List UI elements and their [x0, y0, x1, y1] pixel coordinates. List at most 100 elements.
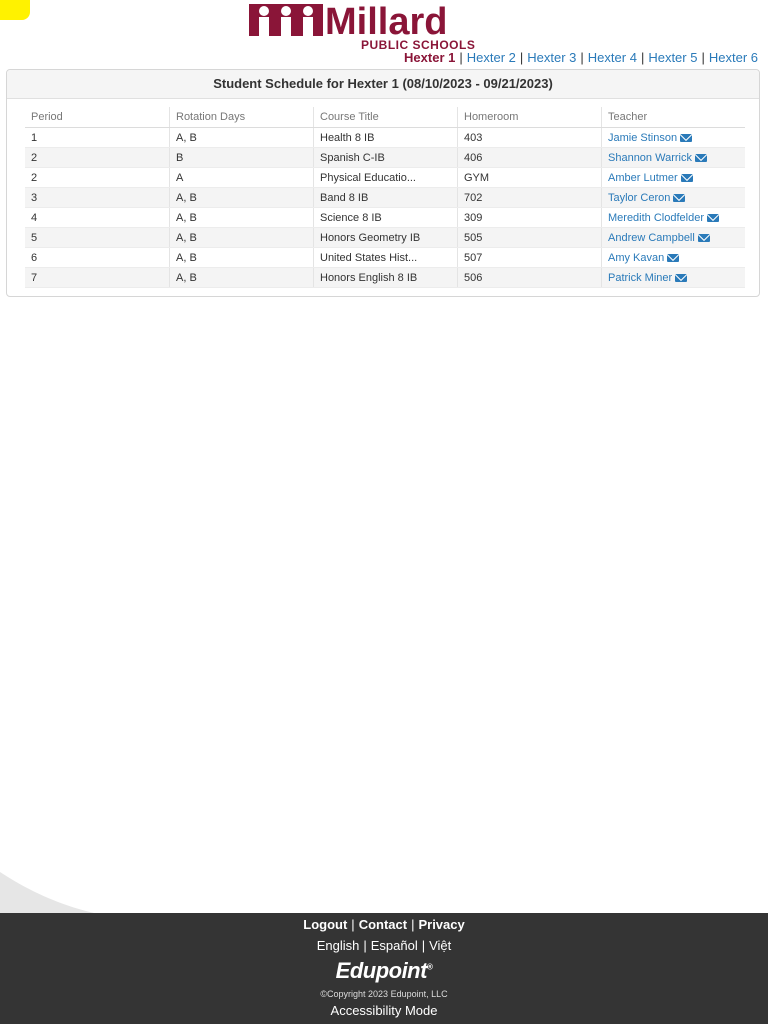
cell-rotation: A, B — [169, 247, 314, 268]
cell-teacher: Amber Lutmer — [601, 167, 745, 188]
cell-homeroom: 702 — [457, 187, 602, 208]
cell-course: United States Hist... — [313, 247, 458, 268]
column-header-period[interactable]: Period — [25, 107, 170, 128]
page: Millard PUBLIC SCHOOLS Hexter 1 | Hexter 2… — [0, 0, 768, 1024]
hexter-nav: Hexter 1 | Hexter 2 | Hexter 3 | Hexter 4 | Hext… — [404, 50, 758, 65]
cell-course: Spanish C-IB — [313, 147, 458, 168]
column-header-rotation-days[interactable]: Rotation Days — [169, 107, 314, 128]
envelope-icon[interactable] — [680, 173, 693, 182]
teacher-link[interactable]: Amber Lutmer — [608, 172, 678, 184]
envelope-icon[interactable] — [707, 213, 719, 222]
envelope-icon[interactable] — [667, 253, 680, 262]
schedule-title: Student Schedule for Hexter 1 (08/10/202… — [7, 70, 759, 99]
hexter-tab-5[interactable]: Hexter 5 — [648, 50, 697, 65]
language-espanol[interactable]: Español — [371, 938, 418, 953]
table-row: 2 B Spanish C-IB 406 Shannon Warrick — [25, 147, 745, 168]
table-row: 6 A, B United States Hist... 507 Amy Kav… — [25, 247, 745, 268]
schedule-body: 1 A, B Health 8 IB 403 Jamie Stinson 2 B… — [25, 127, 745, 288]
cell-course: Health 8 IB — [313, 127, 458, 148]
accessibility-mode: Accessibility Mode — [0, 1003, 768, 1018]
cell-teacher: Jamie Stinson — [601, 127, 745, 148]
logout-link[interactable]: Logout — [303, 917, 347, 932]
column-header-teacher[interactable]: Teacher — [601, 107, 745, 128]
envelope-icon[interactable] — [675, 273, 688, 282]
edupoint-logo: Edupoint® — [0, 958, 768, 984]
cell-rotation: A, B — [169, 267, 314, 288]
cell-period: 1 — [25, 127, 170, 148]
edupoint-logo-text: Edupoint — [335, 958, 428, 983]
cell-period: 3 — [25, 187, 170, 208]
hexter-tab-4[interactable]: Hexter 4 — [588, 50, 637, 65]
table-row: 4 A, B Science 8 IB 309 Meredith Clodfel… — [25, 207, 745, 228]
teacher-link[interactable]: Shannon Warrick — [608, 152, 692, 164]
teacher-link[interactable]: Jamie Stinson — [608, 132, 677, 144]
cell-period: 7 — [25, 267, 170, 288]
table-row: 7 A, B Honors English 8 IB 506 Patrick M… — [25, 267, 745, 288]
cell-course: Band 8 IB — [313, 187, 458, 208]
cell-course: Science 8 IB — [313, 207, 458, 228]
cell-teacher: Patrick Miner — [601, 267, 745, 288]
cell-homeroom: GYM — [457, 167, 602, 188]
decorative-swoosh — [0, 872, 110, 916]
cell-teacher: Meredith Clodfelder — [601, 207, 745, 228]
language-english[interactable]: English — [317, 938, 360, 953]
envelope-icon[interactable] — [694, 153, 707, 162]
accessibility-mode-link[interactable]: Accessibility Mode — [331, 1003, 438, 1018]
teacher-link[interactable]: Patrick Miner — [608, 272, 672, 284]
teacher-link[interactable]: Amy Kavan — [608, 252, 664, 264]
cell-homeroom: 406 — [457, 147, 602, 168]
hexter-tab-2[interactable]: Hexter 2 — [467, 50, 516, 65]
cell-rotation: A, B — [169, 207, 314, 228]
table-row: 5 A, B Honors Geometry IB 505 Andrew Cam… — [25, 227, 745, 248]
teacher-link[interactable]: Meredith Clodfelder — [608, 212, 704, 224]
cell-homeroom: 506 — [457, 267, 602, 288]
highlight-marker — [0, 0, 30, 20]
cell-rotation: B — [169, 147, 314, 168]
cell-rotation: A — [169, 167, 314, 188]
teacher-link[interactable]: Andrew Campbell — [608, 232, 695, 244]
cell-course: Physical Educatio... — [313, 167, 458, 188]
column-header-course-title[interactable]: Course Title — [313, 107, 458, 128]
millard-logo-wordmark: Millard — [249, 2, 519, 36]
hexter-tab-1[interactable]: Hexter 1 — [404, 50, 455, 65]
cell-homeroom: 403 — [457, 127, 602, 148]
column-header-homeroom[interactable]: Homeroom — [457, 107, 602, 128]
table-header-row: Period Rotation Days Course Title Homero… — [25, 107, 745, 128]
cell-rotation: A, B — [169, 127, 314, 148]
envelope-icon[interactable] — [680, 133, 693, 142]
logo-word-text: Millard — [325, 2, 447, 36]
schedule-table: Period Rotation Days Course Title Homero… — [25, 107, 745, 288]
millard-logo[interactable]: Millard PUBLIC SCHOOLS — [249, 2, 519, 52]
cell-period: 4 — [25, 207, 170, 228]
envelope-icon[interactable] — [697, 233, 710, 242]
language-links: English | Español | Việt — [316, 938, 452, 953]
registered-mark: ® — [426, 962, 433, 972]
cell-teacher: Taylor Ceron — [601, 187, 745, 208]
envelope-icon[interactable] — [673, 193, 686, 202]
copyright-text: ©Copyright 2023 Edupoint, LLC — [320, 989, 448, 999]
contact-link[interactable]: Contact — [359, 917, 407, 932]
cell-teacher: Amy Kavan — [601, 247, 745, 268]
cell-teacher: Shannon Warrick — [601, 147, 745, 168]
table-row: 3 A, B Band 8 IB 702 Taylor Ceron — [25, 187, 745, 208]
hexter-tab-3[interactable]: Hexter 3 — [527, 50, 576, 65]
privacy-link[interactable]: Privacy — [418, 917, 464, 932]
teacher-link[interactable]: Taylor Ceron — [608, 192, 670, 204]
cell-course: Honors English 8 IB — [313, 267, 458, 288]
footer-links: Logout | Contact | Privacy — [303, 917, 465, 932]
cell-homeroom: 507 — [457, 247, 602, 268]
cell-period: 2 — [25, 167, 170, 188]
schedule-panel: Student Schedule for Hexter 1 (08/10/202… — [6, 69, 760, 297]
table-row: 2 A Physical Educatio... GYM Amber Lutme… — [25, 167, 745, 188]
table-row: 1 A, B Health 8 IB 403 Jamie Stinson — [25, 127, 745, 148]
cell-homeroom: 505 — [457, 227, 602, 248]
cell-period: 6 — [25, 247, 170, 268]
cell-homeroom: 309 — [457, 207, 602, 228]
language-viet[interactable]: Việt — [429, 938, 451, 953]
cell-teacher: Andrew Campbell — [601, 227, 745, 248]
cell-rotation: A, B — [169, 187, 314, 208]
cell-rotation: A, B — [169, 227, 314, 248]
footer: Logout | Contact | Privacy English | Español | V… — [0, 913, 768, 1024]
hexter-tab-6[interactable]: Hexter 6 — [709, 50, 758, 65]
cell-course: Honors Geometry IB — [313, 227, 458, 248]
